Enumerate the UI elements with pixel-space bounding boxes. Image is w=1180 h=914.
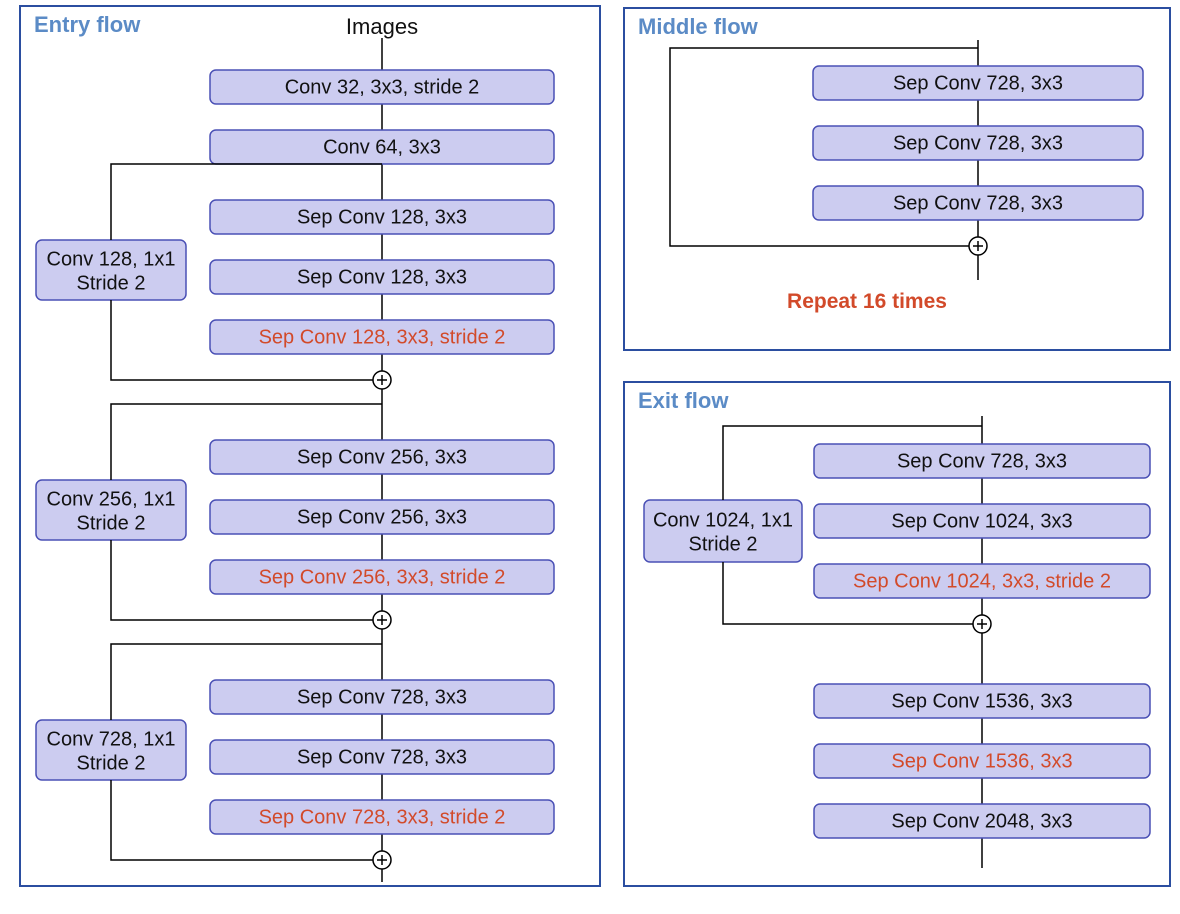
exit-block-1-label: Sep Conv 1024, 3x3	[891, 510, 1072, 532]
exit-block-4-label: Sep Conv 1536, 3x3	[891, 750, 1072, 772]
entry-side-2-l2: Stride 2	[77, 752, 146, 774]
entry-side-0-l1: Conv 128, 1x1	[47, 248, 176, 270]
entry-side-0-l2: Stride 2	[77, 272, 146, 294]
middle-block-1-label: Sep Conv 728, 3x3	[893, 132, 1063, 154]
middle-repeat: Repeat 16 times	[787, 290, 947, 313]
middle-flow-title: Middle flow	[638, 14, 759, 39]
entry-side-1-l2: Stride 2	[77, 512, 146, 534]
exit-block-0-label: Sep Conv 728, 3x3	[897, 450, 1067, 472]
entry-block-8-label: Sep Conv 728, 3x3	[297, 686, 467, 708]
entry-block-7-label: Sep Conv 256, 3x3, stride 2	[259, 566, 506, 588]
entry-block-1-label: Conv 64, 3x3	[323, 136, 441, 158]
entry-block-4-label: Sep Conv 128, 3x3, stride 2	[259, 326, 506, 348]
entry-block-5-label: Sep Conv 256, 3x3	[297, 446, 467, 468]
entry-block-0-label: Conv 32, 3x3, stride 2	[285, 76, 480, 98]
entry-block-10-label: Sep Conv 728, 3x3, stride 2	[259, 806, 506, 828]
entry-block-3-label: Sep Conv 128, 3x3	[297, 266, 467, 288]
entry-flow-title: Entry flow	[34, 12, 141, 37]
exit-block-3-label: Sep Conv 1536, 3x3	[891, 690, 1072, 712]
middle-block-2-label: Sep Conv 728, 3x3	[893, 192, 1063, 214]
exit-block-5-label: Sep Conv 2048, 3x3	[891, 810, 1072, 832]
entry-block-9-label: Sep Conv 728, 3x3	[297, 746, 467, 768]
architecture-diagram: Entry flow Images Conv 32, 3x3, stride 2 Co…	[0, 0, 1180, 914]
exit-block-2-label: Sep Conv 1024, 3x3, stride 2	[853, 570, 1111, 592]
entry-side-1-l1: Conv 256, 1x1	[47, 488, 176, 510]
exit-side-0-l1: Conv 1024, 1x1	[653, 509, 793, 531]
middle-block-0-label: Sep Conv 728, 3x3	[893, 72, 1063, 94]
entry-input-label: Images	[346, 14, 418, 39]
entry-side-2-l1: Conv 728, 1x1	[47, 728, 176, 750]
entry-block-2-label: Sep Conv 128, 3x3	[297, 206, 467, 228]
exit-side-0-l2: Stride 2	[689, 533, 758, 555]
exit-flow-title: Exit flow	[638, 388, 729, 413]
entry-block-6-label: Sep Conv 256, 3x3	[297, 506, 467, 528]
